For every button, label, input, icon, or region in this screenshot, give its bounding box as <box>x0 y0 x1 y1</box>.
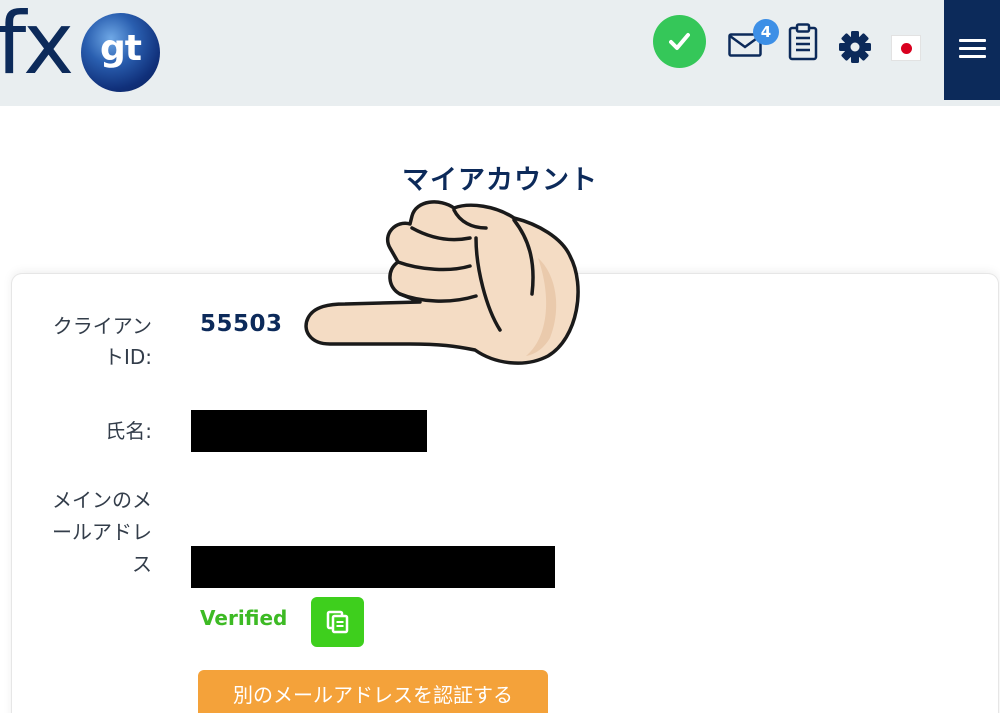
logo-text-fx: fx <box>0 0 74 94</box>
client-id-value: 55503 <box>200 311 283 337</box>
redacted-email <box>191 546 555 588</box>
page-title: マイアカウント <box>402 165 598 196</box>
main-email-label: メインのメ ールアドレ ス <box>52 488 152 576</box>
email-verified-status: Verified <box>200 606 288 630</box>
gear-icon[interactable] <box>838 30 872 64</box>
copy-icon <box>326 610 349 634</box>
clipboard-icon[interactable] <box>787 23 819 61</box>
top-header: fx gt 4 <box>0 0 1000 106</box>
menu-bar-top <box>959 39 986 42</box>
client-id-label: クライアン トID: <box>52 314 152 369</box>
redacted-name <box>191 410 427 452</box>
verify-another-email-button[interactable]: 別のメールアドレスを認証する <box>198 670 548 713</box>
check-circle-icon[interactable] <box>653 15 706 68</box>
unread-mail-badge: 4 <box>753 19 779 45</box>
menu-bar-bottom <box>959 55 986 58</box>
fxgt-logo[interactable]: fx gt <box>0 0 170 100</box>
copy-email-button[interactable] <box>311 597 364 647</box>
logo-sphere: gt <box>81 13 160 92</box>
pointing-hand-illustration <box>304 200 580 365</box>
menu-bar-middle <box>959 47 986 50</box>
japan-flag-icon[interactable] <box>891 35 921 61</box>
logo-text-gt: gt <box>100 28 142 69</box>
flag-red-disc <box>901 43 912 54</box>
name-label: 氏名: <box>105 419 152 443</box>
hamburger-menu-button[interactable] <box>944 0 1000 100</box>
